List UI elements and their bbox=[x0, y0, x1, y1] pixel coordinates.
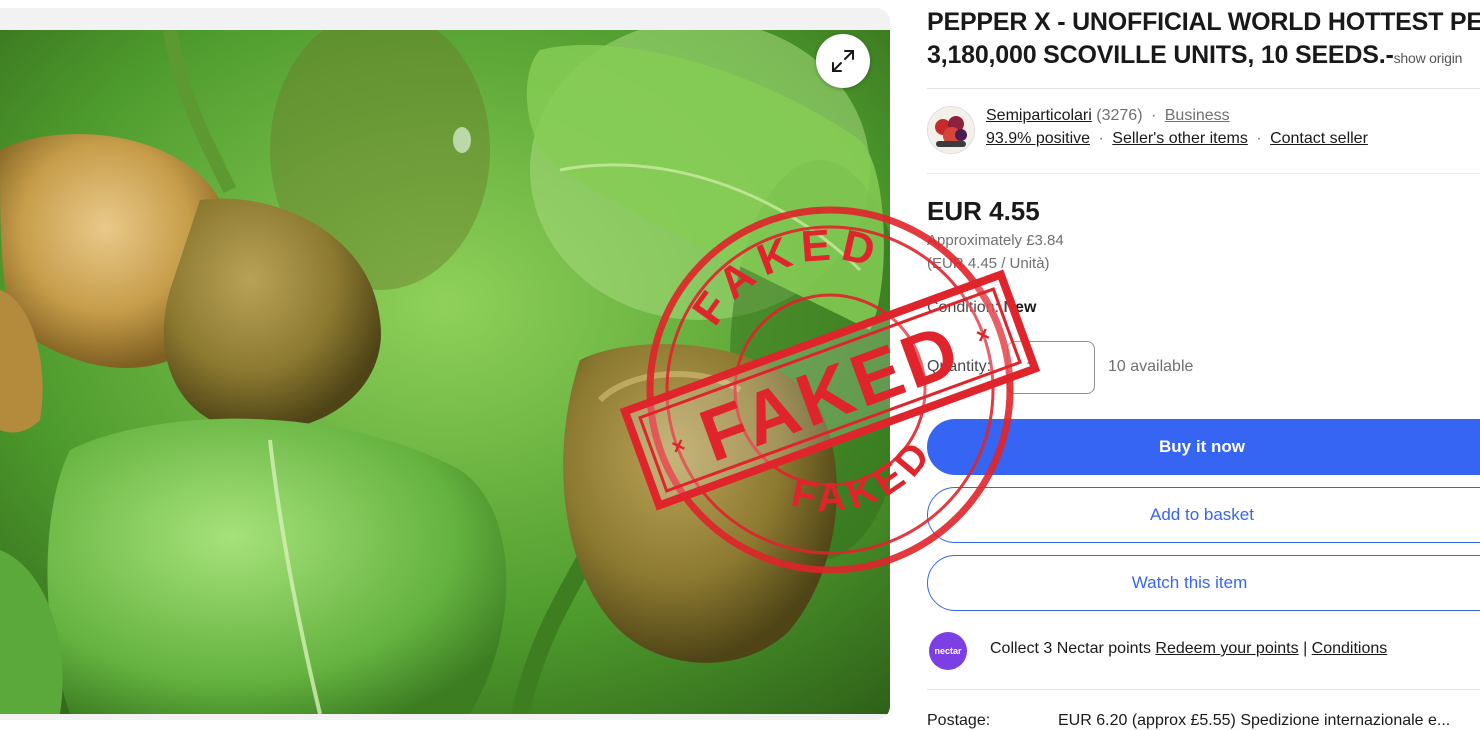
nectar-collect-text: Collect 3 Nectar points bbox=[990, 640, 1151, 657]
seller-links-row: 93.9% positive · Seller's other items · … bbox=[986, 130, 1368, 148]
expand-image-button[interactable] bbox=[816, 34, 870, 88]
condition-row: Condition: New bbox=[927, 299, 1036, 317]
watch-item-button[interactable]: Watch this item bbox=[927, 555, 1480, 611]
nectar-row: Collect 3 Nectar points Redeem your poin… bbox=[990, 640, 1387, 658]
seller-name-row: Semiparticolari (3276) · Business bbox=[986, 107, 1230, 125]
seller-type-link[interactable]: Business bbox=[1165, 107, 1230, 124]
seller-name-link[interactable]: Semiparticolari bbox=[986, 107, 1092, 124]
seller-feedback-count: (3276) bbox=[1096, 107, 1143, 124]
seller-sep-2: · bbox=[1098, 130, 1104, 147]
seller-avatar[interactable] bbox=[927, 106, 975, 154]
price-main: EUR 4.55 bbox=[927, 196, 1040, 226]
seller-positive-link[interactable]: 93.9% positive bbox=[986, 130, 1090, 147]
contact-seller-link[interactable]: Contact seller bbox=[1270, 130, 1368, 147]
divider-bottom bbox=[927, 689, 1480, 690]
postage-value: EUR 6.20 (approx £5.55) Spedizione inter… bbox=[1058, 712, 1451, 729]
add-to-basket-button[interactable]: Add to basket bbox=[927, 487, 1480, 543]
title-line-2-text: 3,180,000 SCOVILLE UNITS, 10 SEEDS.- bbox=[927, 41, 1394, 69]
condition-value: New bbox=[1003, 299, 1037, 316]
quantity-label: Quantity: bbox=[927, 358, 992, 375]
show-original-link[interactable]: show origin bbox=[1394, 50, 1463, 66]
image-gallery[interactable] bbox=[0, 8, 890, 720]
redeem-points-link[interactable]: Redeem your points bbox=[1155, 640, 1298, 657]
price-approx: Approximately £3.84 bbox=[927, 232, 1064, 249]
condition-label: Condition: bbox=[927, 299, 1000, 316]
seller-sep-3: · bbox=[1256, 130, 1262, 147]
seller-sep-1: · bbox=[1150, 107, 1157, 124]
product-photo bbox=[0, 30, 890, 714]
nectar-sep: | bbox=[1303, 640, 1308, 657]
title-line-1: PEPPER X - UNOFFICIAL WORLD HOTTEST PE bbox=[927, 8, 1480, 36]
listing-title: PEPPER X - UNOFFICIAL WORLD HOTTEST PE 3… bbox=[927, 6, 1480, 75]
buy-it-now-button[interactable]: Buy it now bbox=[927, 419, 1480, 475]
quantity-available: 10 available bbox=[1108, 358, 1194, 375]
divider-top bbox=[927, 88, 1480, 89]
seller-avatar-image bbox=[928, 107, 974, 153]
expand-icon bbox=[832, 50, 854, 72]
title-line-2: 3,180,000 SCOVILLE UNITS, 10 SEEDS.-show… bbox=[927, 39, 1480, 75]
nectar-logo-icon: nectar bbox=[929, 632, 967, 670]
divider-seller bbox=[927, 173, 1480, 174]
price-per-unit: (EUR 4.45 / Unità) bbox=[927, 255, 1050, 272]
quantity-input[interactable] bbox=[1007, 341, 1095, 394]
stamp-cross-right: × bbox=[972, 321, 993, 349]
nectar-conditions-link[interactable]: Conditions bbox=[1312, 640, 1388, 657]
postage-label: Postage: bbox=[927, 712, 991, 729]
seller-other-items-link[interactable]: Seller's other items bbox=[1112, 130, 1248, 147]
